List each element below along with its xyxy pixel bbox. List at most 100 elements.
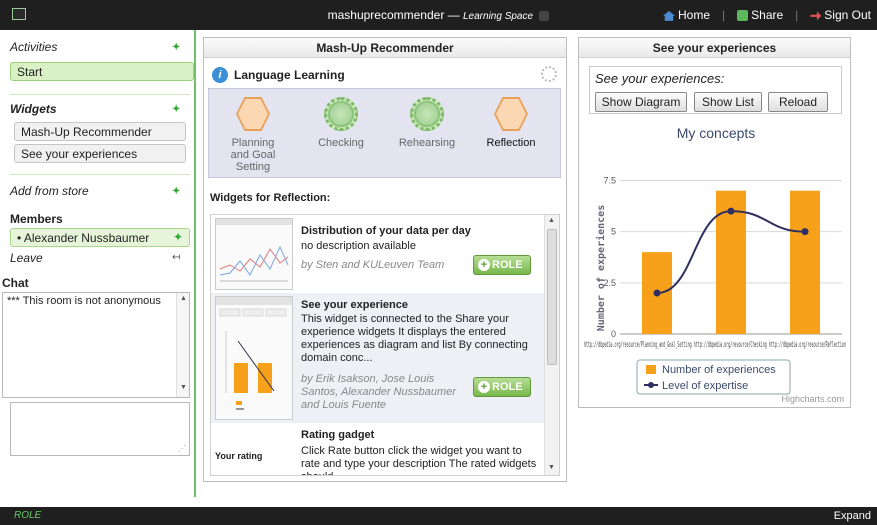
expand-button[interactable]: Expand [834,510,871,522]
share-icon [737,10,749,22]
widgets-title: Widgets [10,102,57,116]
widget-description: This widget is connected to the Share yo… [301,313,528,364]
members-title: Members [10,212,63,226]
phase-reflection[interactable]: Reflection [471,97,551,149]
concepts-chart: My concepts Number of experiences 0 2.5 5 7… [584,125,846,395]
leave-icon[interactable]: ↤ [172,252,180,263]
badge-label: ROLE [492,381,523,393]
show-diagram-button[interactable]: Show Diagram [595,92,687,112]
scrollbar-thumb[interactable] [547,229,557,365]
reload-button[interactable]: Reload [768,92,828,112]
bottom-bar: ROLE Expand [0,507,877,525]
online-dot-icon: • [17,231,24,245]
widget-title[interactable]: Rating gadget [301,429,374,441]
scroll-up-icon[interactable]: ▲ [180,295,187,302]
hexagon-icon [236,97,270,131]
highcharts-credit[interactable]: Highcharts.com [781,394,844,404]
signout-link[interactable]: Sign Out [810,8,871,22]
home-link[interactable]: Home [663,8,710,22]
chart-legend[interactable]: Number of experiences Level of expertise [636,359,791,395]
widget-thumbnail [215,296,293,420]
widget-title[interactable]: See your experience [301,299,408,311]
divider [10,94,190,95]
space-title-text: mashuprecommender — [327,8,460,22]
y-tick-label: 7.5 [603,175,616,185]
chart-bar[interactable] [790,190,820,334]
gear-icon[interactable] [541,66,557,82]
legend-item-line[interactable]: Level of expertise [662,380,748,392]
activity-start[interactable]: Start [10,62,194,81]
list-item[interactable]: See your experience This widget is conne… [211,293,545,423]
legend-bar-icon [646,365,656,374]
role-logo: ROLE [14,510,42,521]
phase-label: Rehearsing [398,137,456,149]
add-widget-icon[interactable]: ✦ [172,104,180,115]
phase-checking[interactable]: Checking [301,97,381,149]
chart-title: My concepts [677,125,756,141]
language-learning-header: i Language Learning [210,66,560,86]
info-icon[interactable]: i [212,67,228,83]
space-subtitle: Learning Space [463,11,534,22]
widget-item-experiences[interactable]: See your experiences [14,144,186,163]
sun-icon [410,97,444,131]
separator: | [795,8,799,22]
divider [10,174,190,175]
learning-phases: Planning and Goal Setting Checking Rehea… [208,88,561,178]
list-item[interactable]: Distribution of your data per day no des… [211,215,545,291]
sun-icon [324,97,358,131]
signout-label: Sign Out [824,8,871,22]
separator: | [722,8,726,22]
language-learning-title: Language Learning [234,68,345,82]
line-point[interactable] [727,207,735,215]
chat-scrollbar[interactable]: ▲ ▼ [176,293,189,397]
widget-list-scrollbar[interactable]: ▲ ▼ [544,215,559,475]
line-point[interactable] [801,228,809,236]
y-tick-label: 0 [611,329,616,339]
scroll-down-icon[interactable]: ▼ [180,384,187,391]
resize-grip-icon[interactable]: ⋰ [178,444,186,453]
scroll-down-icon[interactable]: ▼ [548,464,555,471]
member-item[interactable]: • Alexander Nussbaumer ✦ [10,228,190,247]
experiences-label: See your experiences: [595,71,725,86]
hexagon-icon [494,97,528,131]
share-label: Share [751,8,784,22]
widget-thumbnail-label: Your rating [215,451,263,461]
widget-thumbnail [215,218,293,290]
phase-planning[interactable]: Planning and Goal Setting [213,97,293,173]
widget-title[interactable]: Distribution of your data per day [301,225,471,237]
legend-item-bars[interactable]: Number of experiences [662,364,776,376]
sidebar: Activities ✦ Start Widgets ✦ Mash-Up Rec… [0,30,196,497]
badge-label: ROLE [492,259,523,271]
share-link[interactable]: Share [737,8,783,22]
add-store-icon[interactable]: ✦ [172,186,180,197]
line-chart-thumbnail-icon [216,219,292,282]
experiences-panel: See your experiences See your experience… [578,37,851,408]
leave-link[interactable]: Leave [10,251,43,265]
phase-rehearsing[interactable]: Rehearsing [387,97,467,149]
home-icon [663,10,675,21]
top-bar: mashuprecommender — Learning Space Home … [0,0,877,30]
add-from-store-link[interactable]: Add from store [10,184,89,198]
scroll-up-icon[interactable]: ▲ [548,217,555,224]
plus-icon: + [478,381,490,393]
widget-item-mashup[interactable]: Mash-Up Recommender [14,122,186,141]
line-point[interactable] [653,289,661,297]
show-list-button[interactable]: Show List [694,92,762,112]
add-activity-icon[interactable]: ✦ [172,42,180,53]
list-item[interactable]: Your rating Rating gadget Click Rate but… [211,425,545,475]
experiences-panel-title: See your experiences [579,38,850,58]
member-name: Alexander Nussbaumer [23,231,150,245]
widgets-for-reflection-title: Widgets for Reflection: [210,192,331,204]
widget-list: Distribution of your data per day no des… [210,214,560,476]
widget-author: by Sten and KULeuven Team [301,259,445,271]
x-axis-category-labels: http://dbpedia.org/resource/Planning_and… [584,340,846,349]
phase-label: Checking [318,137,364,149]
space-menu-icon[interactable] [539,10,550,21]
add-widget-button[interactable]: + ROLE [473,377,531,397]
add-widget-button[interactable]: + ROLE [473,255,531,275]
mashup-recommender-panel: Mash-Up Recommender i Language Learning … [203,37,567,482]
chat-log[interactable]: *** This room is not anonymous ▲ ▼ [2,292,190,398]
legend-dot-icon [648,382,654,388]
widget-author: by Erik Isakson, Jose Louis Santos, Alex… [301,373,456,411]
chat-input[interactable]: ⋰ [10,402,190,456]
